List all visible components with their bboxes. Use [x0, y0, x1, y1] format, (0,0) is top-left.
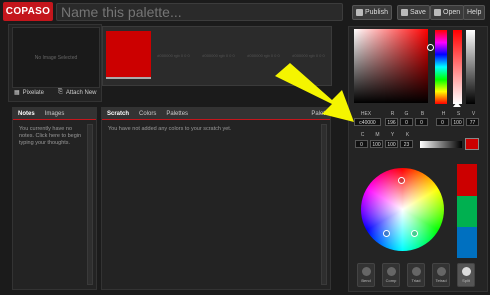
tetrad-icon [436, 267, 446, 276]
g-field[interactable]: 0 [400, 118, 413, 126]
save-button[interactable]: Save [397, 5, 430, 20]
v-label: V [471, 111, 476, 117]
save-icon [401, 9, 408, 16]
wheel-handle-primary[interactable] [398, 177, 405, 184]
saturation-slider[interactable] [453, 30, 462, 104]
tab-colors[interactable]: Colors [134, 111, 161, 117]
copaso-logo: COPASO [3, 2, 53, 21]
harmony-comp-button[interactable]: Comp [382, 263, 400, 287]
help-button[interactable]: Help [463, 5, 486, 20]
paperclip-icon: ⎘ [58, 89, 63, 95]
y-label: Y [390, 132, 395, 138]
triad-icon [411, 267, 421, 276]
c-field[interactable]: 0 [355, 140, 368, 148]
comp-icon [386, 267, 396, 276]
tab-scratch[interactable]: Scratch [102, 111, 134, 117]
m-field[interactable]: 100 [370, 140, 383, 148]
wheel-handle-3[interactable] [411, 230, 418, 237]
swatch-2[interactable]: #000000 rgb 0 0 0 [151, 31, 196, 77]
harmony-swatch-blue[interactable] [457, 227, 477, 258]
slider-marker-icon[interactable] [453, 102, 461, 107]
open-button[interactable]: Open [430, 5, 465, 20]
tab-images[interactable]: Images [40, 111, 70, 117]
b-label: B [420, 111, 425, 117]
harmony-swatch-green[interactable] [457, 196, 477, 227]
sv-handle[interactable] [427, 44, 434, 51]
scratch-panel: Scratch Colors Palettes Palet You have n… [101, 107, 331, 290]
harmony-tetrad-button[interactable]: Tetrad [432, 263, 450, 287]
notes-scrollbar[interactable] [87, 124, 93, 285]
hex-label: HEX [360, 111, 372, 117]
notes-panel: Notes Images You currently have no notes… [12, 107, 97, 290]
s-label: S [456, 111, 461, 117]
harmony-triad-button[interactable]: Triad [407, 263, 425, 287]
h-label: H [441, 111, 446, 117]
s-field[interactable]: 100 [451, 118, 464, 126]
r-label: R [390, 111, 395, 117]
k-field[interactable]: 23 [400, 140, 413, 148]
attach-new-button[interactable]: ⎘ Attach New [58, 89, 97, 96]
grayscale-strip[interactable] [420, 141, 462, 148]
publish-button[interactable]: Publish [352, 5, 392, 20]
hex-field[interactable]: c40000 [354, 118, 381, 126]
scratch-scrollbar[interactable] [321, 124, 327, 285]
v-field[interactable]: 77 [466, 118, 479, 126]
y-field[interactable]: 100 [385, 140, 398, 148]
tab-notes[interactable]: Notes [13, 111, 40, 117]
grid-icon: ▦ [14, 90, 20, 96]
saturation-value-picker[interactable] [354, 29, 428, 103]
swatch-1[interactable] [106, 31, 151, 79]
swatch-3[interactable]: #000000 rgb 0 0 0 [196, 31, 241, 77]
open-icon [434, 9, 441, 16]
notes-text[interactable]: You currently have no notes. Click here … [13, 120, 96, 147]
bend-icon [361, 267, 371, 276]
harmony-bend-button[interactable]: Bend [357, 263, 375, 287]
arrow-annotation-icon [275, 63, 354, 122]
pixelate-button[interactable]: ▦ Pixelate [14, 89, 44, 97]
r-field[interactable]: 196 [385, 118, 398, 126]
current-color-preview [465, 138, 479, 150]
h-field[interactable]: 0 [436, 118, 449, 126]
k-label: K [405, 132, 410, 138]
tab-palettes[interactable]: Palettes [161, 111, 193, 117]
hue-slider[interactable] [435, 30, 447, 104]
split-icon [461, 267, 471, 276]
m-label: M [375, 132, 380, 138]
value-slider[interactable] [466, 30, 475, 104]
wheel-handle-2[interactable] [383, 230, 390, 237]
palette-name-input[interactable] [56, 3, 343, 21]
notes-tabs: Notes Images [13, 108, 96, 120]
b-field[interactable]: 0 [415, 118, 428, 126]
harmony-swatch-red[interactable] [457, 164, 477, 196]
publish-icon [356, 9, 363, 16]
harmony-split-button[interactable]: Split [457, 263, 475, 287]
g-label: G [404, 111, 409, 117]
image-dropzone[interactable]: No Image Selected [12, 27, 100, 88]
c-label: C [360, 132, 365, 138]
